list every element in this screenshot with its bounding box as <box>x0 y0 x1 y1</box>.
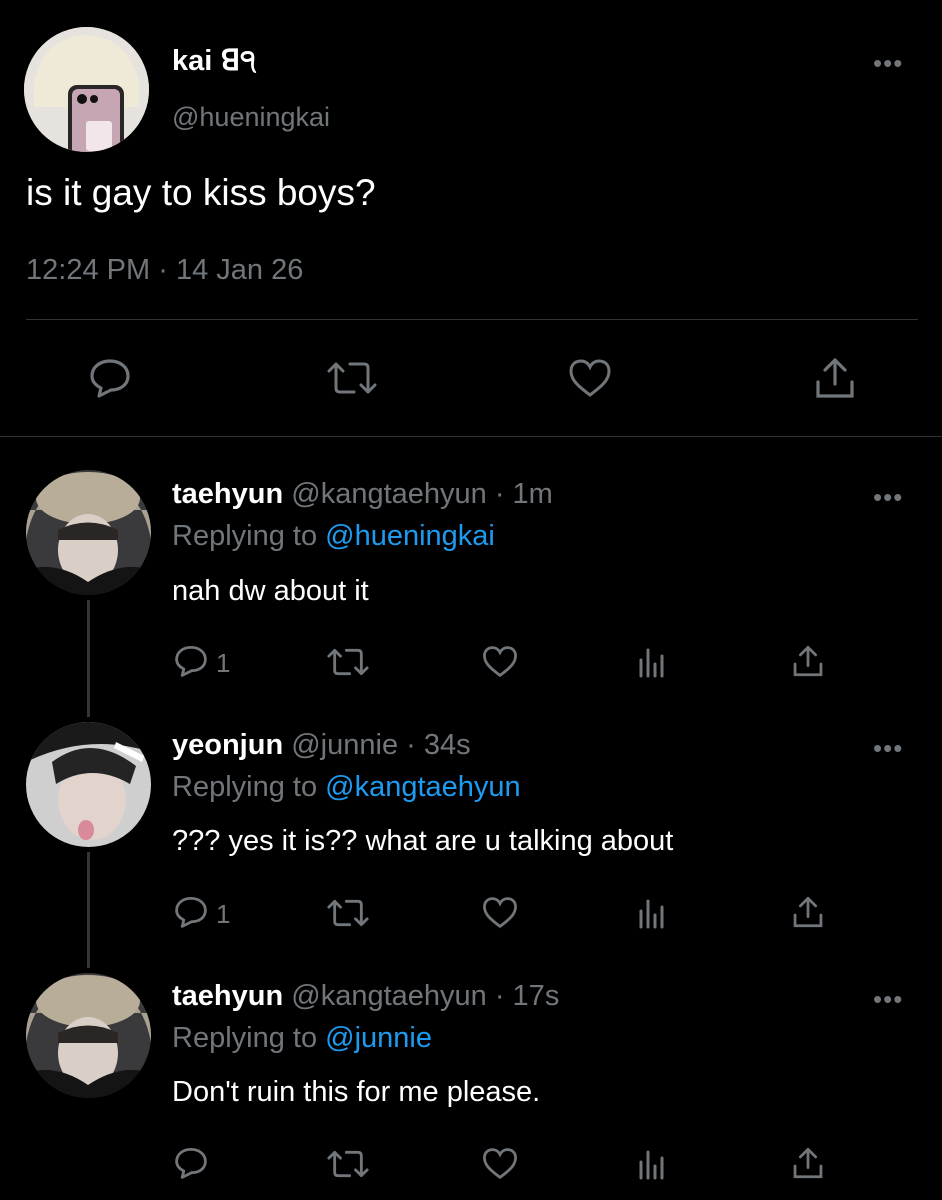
display-name[interactable]: taehyun <box>172 478 283 510</box>
name-emoji: ꓭ੧ <box>220 45 257 77</box>
tweet-age[interactable]: · 1m <box>495 478 553 510</box>
display-name[interactable]: kai <box>172 45 212 77</box>
share-icon[interactable] <box>814 356 856 400</box>
tweet-time[interactable]: 12:24 PM <box>26 254 150 286</box>
analytics-icon[interactable] <box>638 897 664 929</box>
retweet-icon[interactable] <box>326 1149 370 1179</box>
handle[interactable]: @kangtaehyun <box>291 980 487 1012</box>
analytics-icon[interactable] <box>638 1148 664 1180</box>
handle[interactable]: @kangtaehyun <box>291 478 487 510</box>
like-icon[interactable] <box>568 358 612 398</box>
more-options-icon[interactable]: ••• <box>873 484 903 510</box>
tweet-age[interactable]: · 17s <box>495 980 559 1012</box>
tweet-text: nah dw about it <box>172 575 369 607</box>
avatar[interactable] <box>24 27 149 152</box>
display-name[interactable]: yeonjun <box>172 729 283 761</box>
replying-to-link[interactable]: @hueningkai <box>325 520 495 552</box>
thread-line <box>87 852 90 968</box>
more-options-icon[interactable]: ••• <box>873 986 903 1012</box>
thread-line <box>87 600 90 717</box>
tweet-age[interactable]: · 34s <box>406 729 470 761</box>
share-icon[interactable] <box>792 1146 824 1180</box>
separator: · <box>158 254 168 286</box>
avatar[interactable] <box>26 470 151 595</box>
avatar[interactable] <box>26 973 151 1098</box>
more-options-icon[interactable]: ••• <box>873 50 903 76</box>
more-options-icon[interactable]: ••• <box>873 735 903 761</box>
retweet-icon[interactable] <box>326 360 378 396</box>
tweet-text: is it gay to kiss boys? <box>26 172 376 213</box>
tweet-text: ??? yes it is?? what are u talking about <box>172 825 674 857</box>
replying-to-label: Replying to <box>172 520 318 552</box>
share-icon[interactable] <box>792 895 824 929</box>
analytics-icon[interactable] <box>638 646 664 678</box>
tweet-date[interactable]: 14 Jan 26 <box>176 254 303 286</box>
reply-icon[interactable] <box>89 358 131 398</box>
like-icon[interactable] <box>482 896 518 929</box>
tweet-text: Don't ruin this for me please. <box>172 1076 541 1108</box>
share-icon[interactable] <box>792 644 824 678</box>
reply-count: 1 <box>216 899 231 929</box>
handle[interactable]: @hueningkai <box>172 102 330 133</box>
replying-to-link[interactable]: @junnie <box>325 1022 432 1054</box>
avatar[interactable] <box>26 722 151 847</box>
reply-icon[interactable] <box>174 896 208 928</box>
display-name[interactable]: taehyun <box>172 980 283 1012</box>
divider <box>0 436 942 437</box>
reply-count: 1 <box>216 648 231 678</box>
reply-icon[interactable] <box>174 1147 208 1179</box>
reply-icon[interactable] <box>174 645 208 677</box>
retweet-icon[interactable] <box>326 647 370 677</box>
like-icon[interactable] <box>482 645 518 678</box>
replying-to-link[interactable]: @kangtaehyun <box>325 771 521 803</box>
divider <box>26 319 918 320</box>
like-icon[interactable] <box>482 1147 518 1180</box>
retweet-icon[interactable] <box>326 898 370 928</box>
replying-to-label: Replying to <box>172 1022 318 1054</box>
handle[interactable]: @junnie <box>291 729 398 761</box>
replying-to-label: Replying to <box>172 771 318 803</box>
